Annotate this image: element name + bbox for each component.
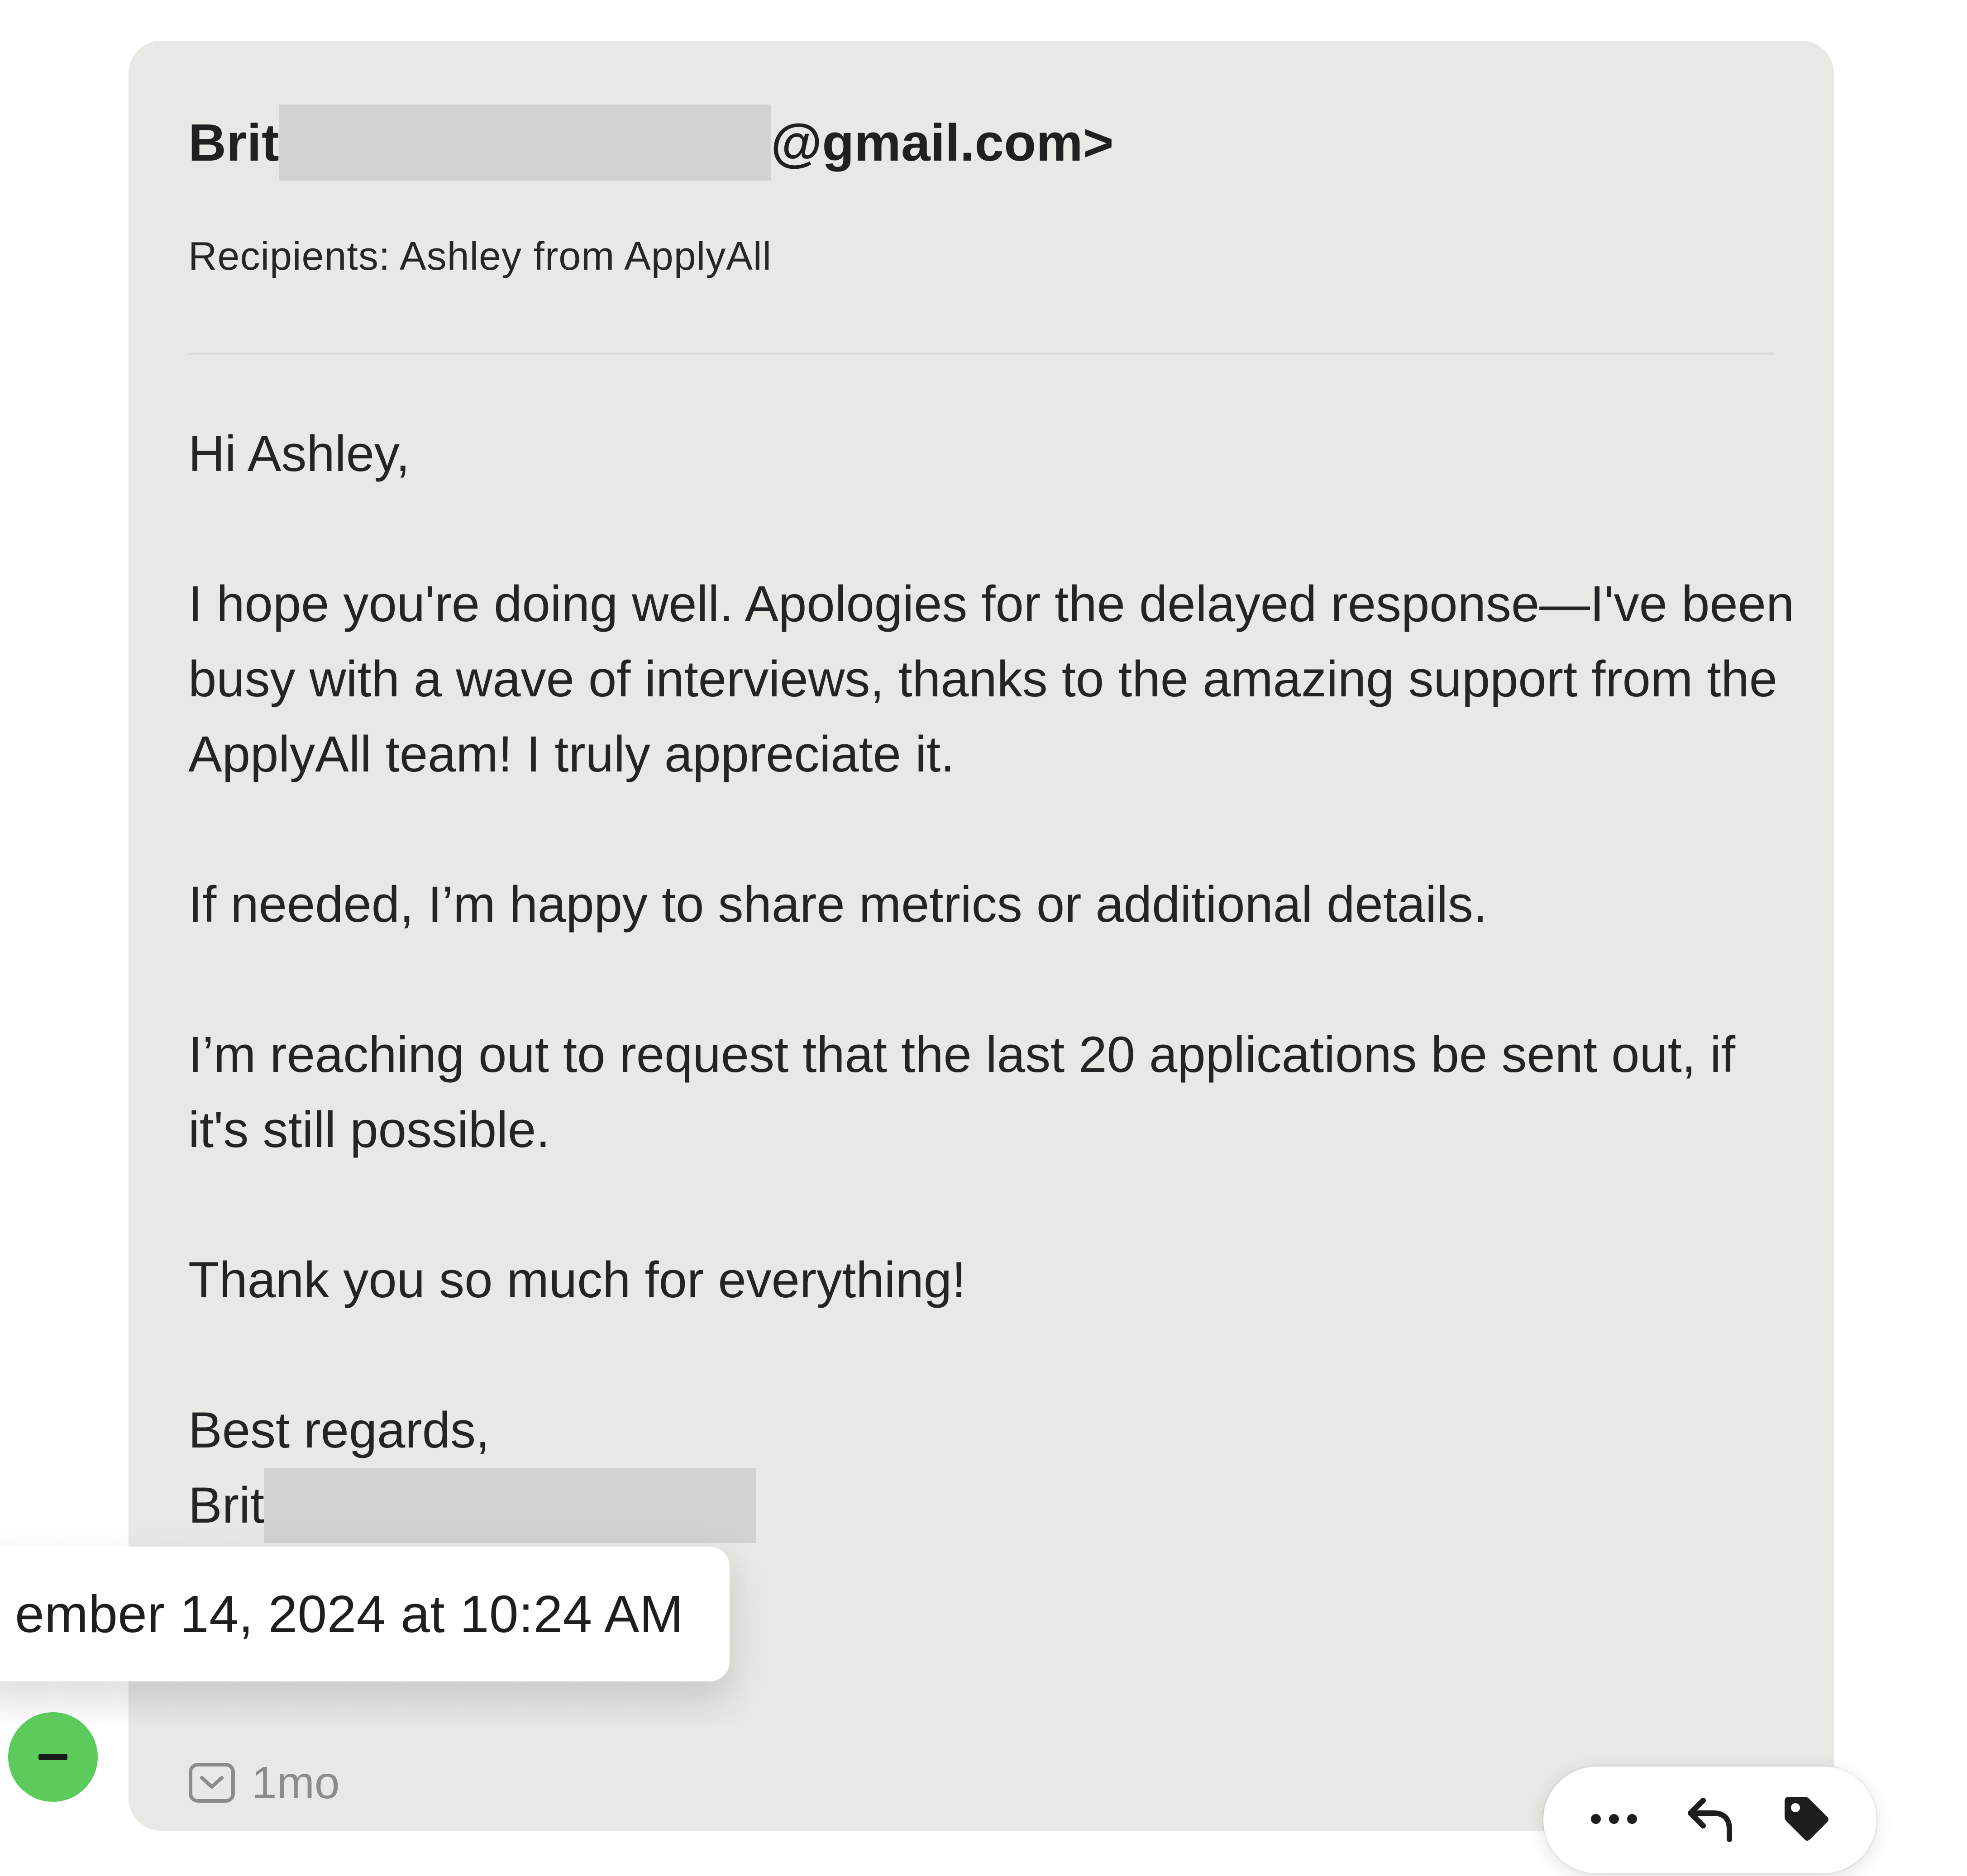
mail-icon (188, 1762, 235, 1803)
message-action-toolbar (1543, 1766, 1876, 1873)
body-paragraph: I hope you're doing well. Apologies for … (188, 576, 1795, 782)
sign-off: Best regards, (188, 1402, 490, 1458)
signature: Brit (188, 1468, 1800, 1543)
relative-timestamp: 1mo (252, 1757, 340, 1808)
greeting: Hi Ashley, (188, 425, 410, 482)
email-body: Hi Ashley, I hope you're doing well. Apo… (188, 416, 1800, 1566)
sender-email-domain: @gmail.com> (770, 113, 1114, 172)
timestamp-tooltip: ember 14, 2024 at 10:24 AM (0, 1547, 730, 1681)
body-paragraph: I’m reaching out to request that the las… (188, 1026, 1736, 1158)
reply-icon (1685, 1794, 1735, 1846)
header-divider (188, 352, 1774, 355)
body-paragraph: If needed, I’m happy to share metrics or… (188, 876, 1487, 933)
minus-icon (38, 1754, 67, 1760)
sign-off-block: Best regards, Brit . (188, 1393, 1800, 1566)
tag-button[interactable] (1772, 1786, 1840, 1854)
recipients-line: Recipients: Ashley from ApplyAll (188, 233, 772, 278)
reply-button[interactable] (1676, 1786, 1744, 1854)
sender-address: Brit @gmail.com> (188, 103, 1114, 182)
tag-icon (1779, 1792, 1833, 1848)
signature-redaction (264, 1468, 756, 1543)
collapse-button[interactable] (8, 1712, 98, 1802)
sender-name-prefix: Brit (188, 113, 279, 172)
sender-redaction (279, 105, 771, 181)
body-paragraph: Thank you so much for everything! (188, 1252, 966, 1308)
email-meta: 1mo (188, 1742, 340, 1824)
more-icon (1587, 1810, 1641, 1830)
signature-prefix: Brit (188, 1477, 264, 1533)
more-button[interactable] (1580, 1786, 1648, 1854)
tooltip-text: ember 14, 2024 at 10:24 AM (15, 1585, 683, 1643)
